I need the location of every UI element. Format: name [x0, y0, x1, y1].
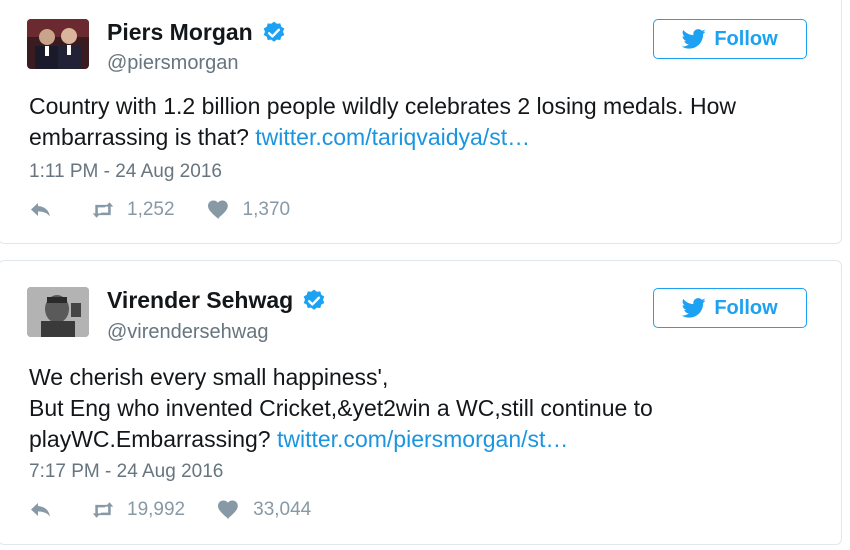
heart-icon [207, 200, 228, 220]
retweet-button[interactable]: 1,252 [91, 199, 175, 221]
reply-button[interactable] [29, 500, 53, 520]
tweet-text: Country with 1.2 billion people wildly c… [29, 93, 736, 150]
display-name[interactable]: Virender Sehwag [107, 287, 293, 314]
heart-icon [218, 500, 238, 520]
tweet-text: We cherish every small happiness', But E… [29, 364, 653, 452]
like-count: 33,044 [253, 499, 312, 520]
tweet-actions: 19,992 33,044 [29, 499, 311, 521]
retweet-icon [92, 502, 114, 518]
verified-badge-icon [263, 21, 285, 42]
twitter-bird-icon [682, 29, 706, 49]
tweet-card: Virender Sehwag @virendersehwag Follow W… [0, 260, 842, 545]
tweet-actions: 1,252 1,370 [29, 199, 290, 221]
tweet-link[interactable]: twitter.com/piersmorgan/st… [277, 426, 568, 452]
follow-label: Follow [714, 296, 778, 319]
reply-icon [31, 203, 50, 217]
avatar[interactable] [27, 19, 89, 69]
follow-button[interactable]: Follow [653, 288, 807, 328]
tweet-timestamp[interactable]: 1:11 PM - 24 Aug 2016 [29, 161, 222, 183]
tweet-card: Piers Morgan @piersmorgan Follow Country… [0, 0, 842, 244]
follow-label: Follow [714, 27, 778, 50]
display-name[interactable]: Piers Morgan [107, 19, 253, 46]
like-button[interactable]: 1,370 [207, 199, 291, 221]
avatar[interactable] [27, 287, 89, 337]
retweet-icon [92, 202, 114, 218]
retweet-count: 1,252 [127, 199, 175, 220]
user-handle[interactable]: @piersmorgan [107, 52, 238, 75]
retweet-button[interactable]: 19,992 [91, 499, 185, 521]
follow-button[interactable]: Follow [653, 19, 807, 59]
tweet-timestamp[interactable]: 7:17 PM - 24 Aug 2016 [29, 461, 223, 483]
reply-button[interactable] [29, 200, 53, 220]
tweet-link[interactable]: twitter.com/tariqvaidya/st… [255, 124, 530, 150]
twitter-bird-icon [682, 298, 706, 318]
reply-icon [31, 503, 50, 517]
verified-badge-icon [303, 289, 325, 310]
like-count: 1,370 [242, 199, 291, 220]
user-handle[interactable]: @virendersehwag [107, 321, 269, 344]
retweet-count: 19,992 [127, 499, 186, 520]
like-button[interactable]: 33,044 [217, 499, 311, 521]
